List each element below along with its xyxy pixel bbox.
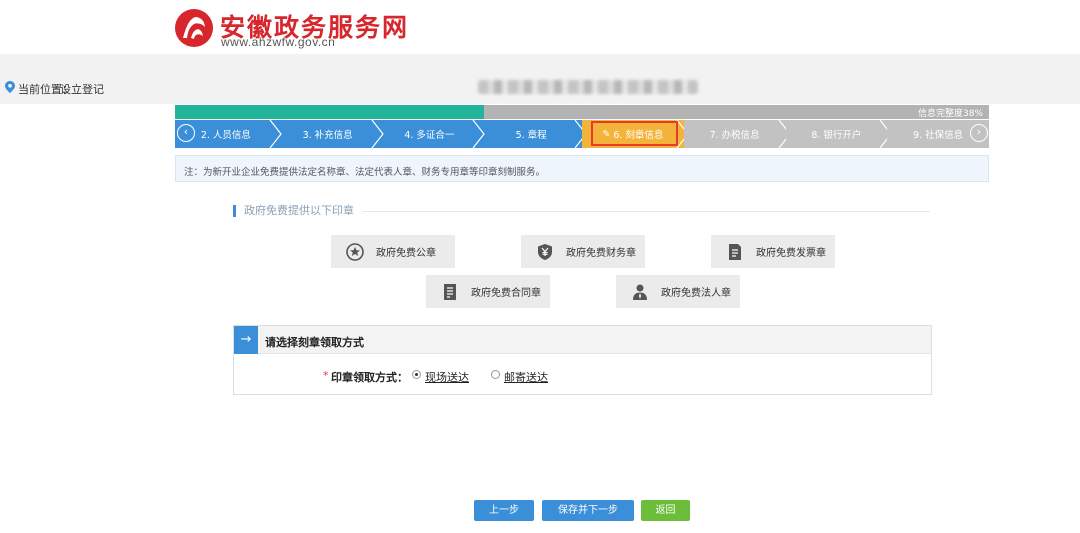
prev-step-button[interactable]: 上一步 <box>474 500 534 521</box>
seal-invoice[interactable]: 政府免费发票章 <box>711 235 835 268</box>
site-logo-icon[interactable] <box>174 8 214 48</box>
required-mark: * <box>323 369 329 382</box>
steps-prev-icon[interactable]: ‹ <box>177 124 195 142</box>
step-label: 2. 人员信息 <box>200 130 251 141</box>
seal-label: 政府免费合同章 <box>471 288 541 299</box>
step-label: 4. 多证合一 <box>404 130 455 141</box>
site-header: 安徽政务服务网 www.ahzwfw.gov.cn <box>0 0 1080 54</box>
step-item[interactable]: 8. 银行开户 <box>785 120 893 148</box>
pickup-method-panel: → 请选择刻章领取方式 * 印章领取方式： 现场送达 邮寄送达 <box>233 325 932 395</box>
step-navigation: 2. 人员信息 3. 补充信息 4. 多证合一 5. 章程 ✎ 6. 刻章信息 7. 办税信… <box>175 120 989 148</box>
save-next-button[interactable]: 保存并下一步 <box>542 500 634 521</box>
location-pin-icon <box>5 81 15 93</box>
shield-yen-icon <box>538 243 552 260</box>
pickup-method-label: 印章领取方式： <box>331 371 408 384</box>
radio-mail-label[interactable]: 邮寄送达 <box>504 369 548 385</box>
step-label: 9. 社保信息 <box>913 130 964 141</box>
blurred-company-name <box>478 80 698 94</box>
seal-legal-person[interactable]: 政府免费法人章 <box>616 275 740 308</box>
step-item[interactable]: 5. 章程 <box>480 120 587 148</box>
panel-title: 请选择刻章领取方式 <box>265 336 364 349</box>
free-seals-title: 政府免费提供以下印章 <box>233 205 354 217</box>
step-label: 8. 银行开户 <box>811 130 862 141</box>
location-current: 设立登记 <box>60 83 104 96</box>
star-seal-icon <box>346 242 364 261</box>
section-divider <box>362 211 930 212</box>
location-bar: 当前位置： 设立登记 <box>0 54 1080 104</box>
radio-onsite[interactable] <box>412 370 421 379</box>
panel-header: → 请选择刻章领取方式 <box>234 326 931 354</box>
progress-text: 信息完整度38% <box>917 109 983 119</box>
seal-label: 政府免费公章 <box>376 248 436 259</box>
seal-label: 政府免费财务章 <box>566 248 636 259</box>
radio-onsite-label[interactable]: 现场送达 <box>425 369 469 385</box>
seal-label: 政府免费发票章 <box>756 248 826 259</box>
seal-finance[interactable]: 政府免费财务章 <box>521 235 645 268</box>
notice-box: 注：为新开业企业免费提供法定名称章、法定代表人章、财务专用章等印章刻制服务。 <box>175 155 989 182</box>
step-item[interactable]: 3. 补充信息 <box>277 120 384 148</box>
step-label: 5. 章程 <box>515 130 547 141</box>
seal-label: 政府免费法人章 <box>661 288 731 299</box>
person-icon <box>633 284 647 300</box>
seal-contract[interactable]: 政府免费合同章 <box>426 275 550 308</box>
contract-doc-icon <box>444 283 456 300</box>
progress-fill <box>175 105 485 119</box>
step-label: 3. 补充信息 <box>302 130 353 141</box>
step-item[interactable]: 4. 多证合一 <box>379 120 486 148</box>
completeness-progress-bar: 信息完整度38% <box>175 105 989 119</box>
site-url: www.ahzwfw.gov.cn <box>221 35 336 49</box>
back-button[interactable]: 返回 <box>641 500 690 521</box>
arrow-right-icon: → <box>234 326 258 354</box>
current-step-highlight <box>591 121 678 146</box>
step-item[interactable]: 7. 办税信息 <box>683 120 791 148</box>
seal-official[interactable]: 政府免费公章 <box>331 235 455 268</box>
invoice-doc-icon <box>729 243 741 260</box>
radio-mail[interactable] <box>491 370 500 379</box>
steps-next-icon[interactable]: › <box>970 124 988 142</box>
step-label: 7. 办税信息 <box>709 130 760 141</box>
